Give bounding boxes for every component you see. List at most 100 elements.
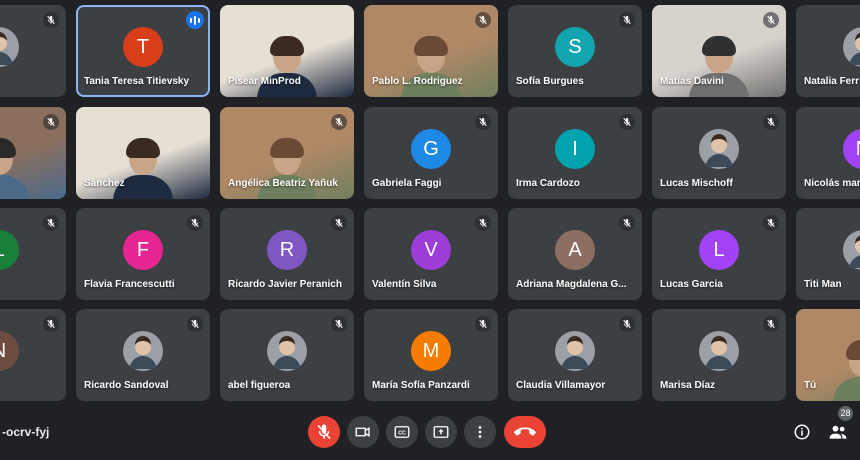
participant-name: Claudia Villamayor — [516, 380, 606, 391]
participant-tile[interactable]: Pisear MinProd — [220, 5, 354, 97]
participant-name: Lucas Garcia — [660, 279, 723, 290]
speaking-indicator-icon — [186, 11, 204, 29]
participant-avatar-photo — [843, 230, 860, 271]
participant-name: Matías Davini — [660, 76, 724, 87]
participant-name: Ricardo Sandoval — [84, 380, 169, 391]
control-bar: -ocrv-fyj CC 28 — [0, 406, 860, 460]
participant-tile[interactable]: Pablo L. Rodriguez — [364, 5, 498, 97]
participant-video — [831, 339, 860, 401]
participant-tile[interactable]: V Valentín Silva — [364, 208, 498, 300]
mic-muted-icon — [187, 215, 203, 231]
mic-muted-icon — [475, 114, 491, 130]
participant-name: Adriana Magdalena G... — [516, 279, 627, 290]
people-button[interactable] — [826, 420, 850, 444]
participant-name: Tú — [804, 380, 817, 391]
mic-off-icon — [317, 424, 331, 440]
participant-name: Tania Teresa Titievsky — [84, 76, 190, 87]
participant-name: Nicolás mar — [804, 178, 860, 189]
participant-tile[interactable]: T Tania Teresa Titievsky — [76, 5, 210, 97]
participant-video — [0, 137, 31, 199]
participant-grid: T Tania Teresa Titievsky Pisear MinProd Pab… — [0, 0, 860, 408]
captions-button[interactable]: CC — [386, 416, 418, 448]
participant-tile[interactable]: F Flavia Francescutti — [76, 208, 210, 300]
participant-tile[interactable]: Matías Davini — [652, 5, 786, 97]
mic-muted-icon — [331, 114, 347, 130]
participant-tile[interactable]: Let — [0, 208, 66, 300]
hang-up-icon — [514, 427, 536, 436]
participant-tile[interactable]: abel figueroa — [220, 309, 354, 401]
participant-tile[interactable]: G Gabriela Faggi — [364, 107, 498, 199]
participant-avatar-initial: S — [555, 27, 595, 68]
participant-avatar-initial: L — [699, 230, 739, 271]
participant-avatar-photo — [0, 27, 19, 68]
participant-name: María Sofía Panzardi — [372, 380, 470, 391]
mic-muted-icon — [619, 316, 635, 332]
camera-button[interactable] — [347, 416, 379, 448]
mic-off-button[interactable] — [308, 416, 340, 448]
participant-tile[interactable]: N Nicolás mar — [796, 107, 860, 199]
participant-name: Marisa Díaz — [660, 380, 716, 391]
mic-muted-icon — [763, 114, 779, 130]
meeting-code: -ocrv-fyj — [2, 425, 50, 439]
mic-muted-icon — [187, 316, 203, 332]
present-button[interactable] — [425, 416, 457, 448]
participant-avatar-photo — [699, 129, 739, 170]
participant-avatar-photo — [843, 27, 860, 68]
participant-video — [111, 137, 175, 199]
mic-muted-icon — [43, 12, 59, 28]
participant-name: Natalia Ferr — [804, 76, 860, 87]
participant-tile[interactable]: A Adriana Magdalena G... — [508, 208, 642, 300]
participant-tile[interactable]: S Sofía Burgues — [508, 5, 642, 97]
participant-tile[interactable]: Marisa Díaz — [652, 309, 786, 401]
more-options-button[interactable] — [464, 416, 496, 448]
participant-tile[interactable]: Titi Man — [796, 208, 860, 300]
participant-name: Titi Man — [804, 279, 842, 290]
participant-tile[interactable] — [0, 107, 66, 199]
participant-tile[interactable] — [0, 5, 66, 97]
participant-tile[interactable]: Ricardo Sandoval — [76, 309, 210, 401]
participant-name: Angélica Beatriz Yañuk — [228, 178, 338, 189]
participant-tile[interactable]: Claudia Villamayor — [508, 309, 642, 401]
participant-name: Pisear MinProd — [228, 76, 301, 87]
participant-avatar-initial: V — [411, 230, 451, 271]
participant-name: abel figueroa — [228, 380, 291, 391]
participant-tile[interactable]: Sánchez — [76, 107, 210, 199]
mic-muted-icon — [475, 316, 491, 332]
mic-muted-icon — [331, 316, 347, 332]
svg-text:CC: CC — [398, 430, 406, 436]
participant-name: Sofía Burgues — [516, 76, 584, 87]
participant-avatar-photo — [267, 331, 307, 372]
participant-tile[interactable]: I Irma Cardozo — [508, 107, 642, 199]
participant-avatar-photo — [699, 331, 739, 372]
mic-muted-icon — [43, 316, 59, 332]
more-options-icon — [478, 426, 482, 438]
closed-captions-icon: CC — [394, 426, 410, 438]
participant-tile[interactable]: M María Sofía Panzardi — [364, 309, 498, 401]
participant-avatar-initial: F — [123, 230, 163, 271]
participant-tile[interactable]: R Ricardo Javier Peranich — [220, 208, 354, 300]
participant-count-badge: 28 — [838, 406, 853, 421]
mic-muted-icon — [619, 215, 635, 231]
participant-name: Sánchez — [84, 178, 125, 189]
participant-video — [255, 137, 319, 199]
participant-tile[interactable]: Tú — [796, 309, 860, 401]
participant-avatar-initial: M — [411, 331, 451, 372]
participant-tile[interactable]: Lucas Mischoff — [652, 107, 786, 199]
participant-name: Valentín Silva — [372, 279, 437, 290]
participant-avatar-initial: N — [843, 129, 860, 170]
mic-muted-icon — [43, 114, 59, 130]
mic-muted-icon — [43, 215, 59, 231]
mic-muted-icon — [619, 114, 635, 130]
participant-avatar-initial: A — [555, 230, 595, 271]
participant-name: Flavia Francescutti — [84, 279, 175, 290]
mic-muted-icon — [763, 12, 779, 28]
participant-tile[interactable]: Angélica Beatriz Yañuk — [220, 107, 354, 199]
mic-muted-icon — [475, 12, 491, 28]
leave-call-button[interactable] — [504, 416, 546, 448]
mic-muted-icon — [331, 215, 347, 231]
people-icon — [829, 425, 847, 439]
participant-tile[interactable]: Nega — [0, 309, 66, 401]
participant-tile[interactable]: L Lucas Garcia — [652, 208, 786, 300]
meeting-info-button[interactable] — [790, 420, 814, 444]
participant-tile[interactable]: Natalia Ferr — [796, 5, 860, 97]
